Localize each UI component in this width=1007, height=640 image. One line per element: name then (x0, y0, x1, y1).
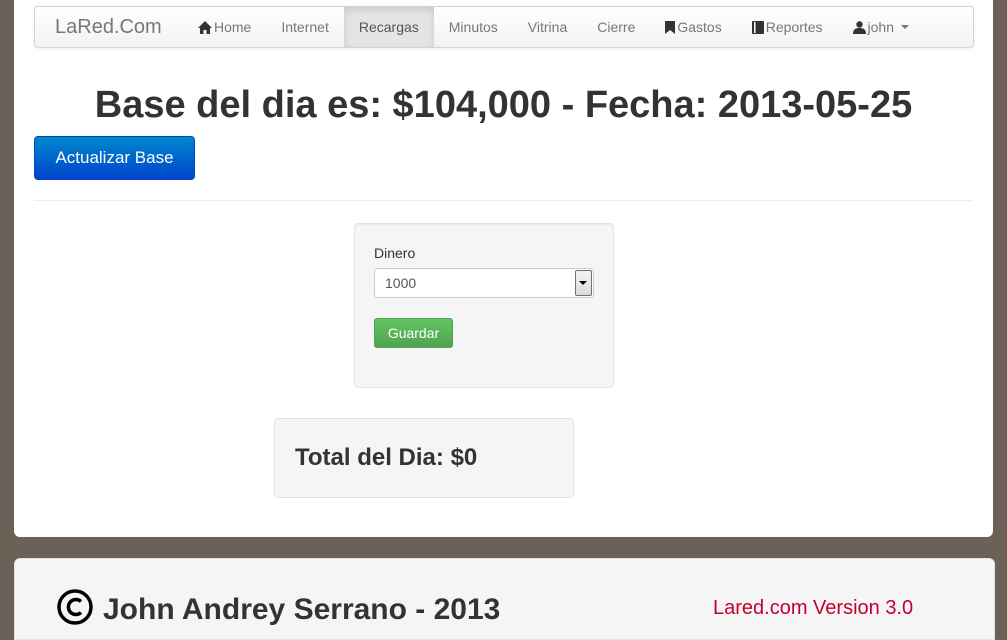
select-value: 1000 (385, 275, 417, 291)
total-of-day: Total del Dia: $0 (295, 444, 478, 471)
footer: John Andrey Serrano - 2013 Lared.com Ver… (14, 558, 995, 640)
user-icon (852, 20, 866, 34)
dropdown-arrow-icon[interactable] (575, 270, 592, 296)
divider (34, 200, 973, 201)
footer-author: John Andrey Serrano - 2013 (103, 592, 501, 626)
nav-item-cierre[interactable]: Cierre (582, 7, 650, 47)
nav-item-recargas[interactable]: Recargas (343, 7, 434, 47)
copyright: John Andrey Serrano - 2013 (57, 589, 500, 630)
nav-item-label: Gastos (677, 19, 722, 35)
nav-item-minutos[interactable]: Minutos (434, 7, 513, 47)
update-base-button[interactable]: Actualizar Base (34, 136, 195, 180)
brand-link[interactable]: LaRed.Com (55, 7, 162, 47)
dinero-select[interactable]: 1000 (374, 268, 594, 298)
money-form: Dinero 1000 Guardar (354, 223, 614, 388)
copyright-icon (57, 589, 93, 630)
nav-item-reportes[interactable]: Reportes (737, 7, 838, 47)
book-icon (751, 20, 764, 34)
dinero-label: Dinero (374, 245, 416, 261)
save-button[interactable]: Guardar (374, 318, 453, 348)
chevron-down-icon (901, 25, 909, 29)
version-text: Lared.com Version 3.0 (713, 597, 914, 619)
nav-item-user-dropdown[interactable]: john (838, 7, 924, 47)
navbar: LaRed.Com Home Internet Recargas Minutos… (34, 6, 974, 48)
nav-item-label: Minutos (448, 19, 498, 35)
page-title: Base del dia es: $104,000 - Fecha: 2013-… (94, 84, 913, 126)
nav-item-home[interactable]: Home (183, 7, 266, 47)
nav-item-vitrina[interactable]: Vitrina (513, 7, 582, 47)
nav-menu: Home Internet Recargas Minutos Vitrina C… (183, 7, 924, 47)
home-icon (198, 20, 212, 34)
bookmark-icon (665, 20, 676, 34)
nav-item-label: Cierre (597, 19, 636, 35)
nav-item-label: john (867, 19, 894, 35)
nav-item-label: Home (214, 19, 252, 35)
nav-item-label: Vitrina (527, 19, 568, 35)
nav-item-label: Recargas (358, 19, 419, 35)
nav-item-label: Reportes (765, 19, 823, 35)
page-container: LaRed.Com Home Internet Recargas Minutos… (14, 0, 993, 537)
nav-item-label: Internet (281, 19, 329, 35)
nav-item-gastos[interactable]: Gastos (650, 7, 736, 47)
nav-item-internet[interactable]: Internet (266, 7, 343, 47)
total-panel: Total del Dia: $0 (274, 418, 574, 498)
